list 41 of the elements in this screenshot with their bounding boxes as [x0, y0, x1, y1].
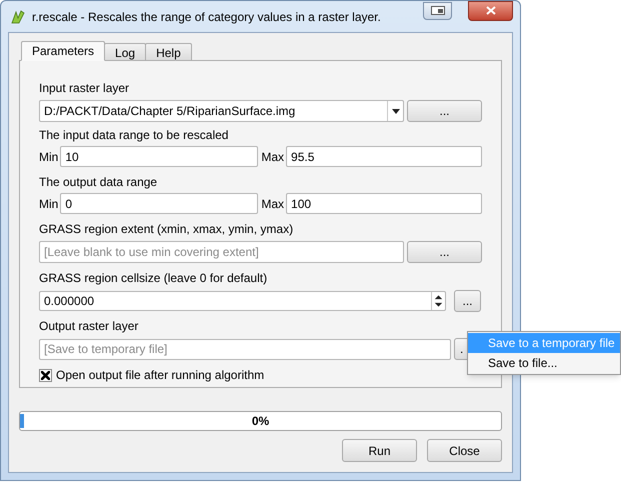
- field-label: The output data range: [39, 175, 158, 189]
- restore-button[interactable]: [423, 2, 452, 20]
- field-label: Output raster layer: [39, 319, 140, 333]
- tab[interactable]: Help: [145, 43, 192, 61]
- min-field[interactable]: 10: [60, 146, 258, 167]
- window-title: r.rescale - Rescales the range of category values in a raster layer.: [32, 8, 381, 26]
- tab[interactable]: Log: [104, 43, 146, 61]
- field-label: GRASS region cellsize (leave 0 for default): [39, 271, 268, 285]
- max-label: Max: [261, 150, 284, 164]
- dialog-button[interactable]: Run: [342, 439, 417, 462]
- browse-button[interactable]: ...: [407, 100, 482, 122]
- min-field[interactable]: 0: [60, 193, 258, 214]
- max-field[interactable]: 100: [286, 193, 482, 214]
- browse-button[interactable]: ...: [454, 290, 481, 312]
- spin-arrows-icon: [431, 292, 445, 310]
- window-icon: [430, 6, 444, 15]
- min-label: Min: [39, 150, 58, 164]
- caret-icon: [392, 108, 400, 114]
- checkbox[interactable]: [39, 368, 52, 382]
- close-button[interactable]: [468, 0, 513, 20]
- tab[interactable]: Parameters: [21, 41, 106, 61]
- field-label: GRASS region extent (xmin, xmax, ymin, ymax): [39, 222, 294, 236]
- browse-button[interactable]: ...: [407, 241, 482, 263]
- progress-text: 0%: [252, 413, 270, 430]
- check-icon: [41, 370, 50, 380]
- max-label: Max: [261, 196, 284, 210]
- spinbox-value: 0.000000: [43, 294, 96, 308]
- raster-dropdown[interactable]: D:/PACKT/Data/Chapter 5/RiparianSurface.img: [39, 100, 404, 122]
- close-icon: [486, 6, 496, 15]
- menu-item[interactable]: Save to file...: [468, 353, 620, 373]
- dialog-button[interactable]: Close: [427, 439, 502, 462]
- output-field[interactable]: [Save to temporary file]: [39, 338, 451, 360]
- min-label: Min: [39, 196, 58, 210]
- field-label: Input raster layer: [39, 81, 130, 95]
- app-icon: [10, 8, 26, 24]
- checkbox-label: Open output file after running algorithm: [56, 368, 264, 382]
- max-field[interactable]: 95.5: [286, 146, 482, 167]
- cellsize-spinbox[interactable]: 0.000000: [39, 291, 446, 311]
- field-label: The input data range to be rescaled: [39, 128, 230, 142]
- dropdown-value: D:/PACKT/Data/Chapter 5/RiparianSurface.img: [43, 104, 296, 118]
- extent-field[interactable]: [Leave blank to use min covering extent]: [39, 241, 404, 263]
